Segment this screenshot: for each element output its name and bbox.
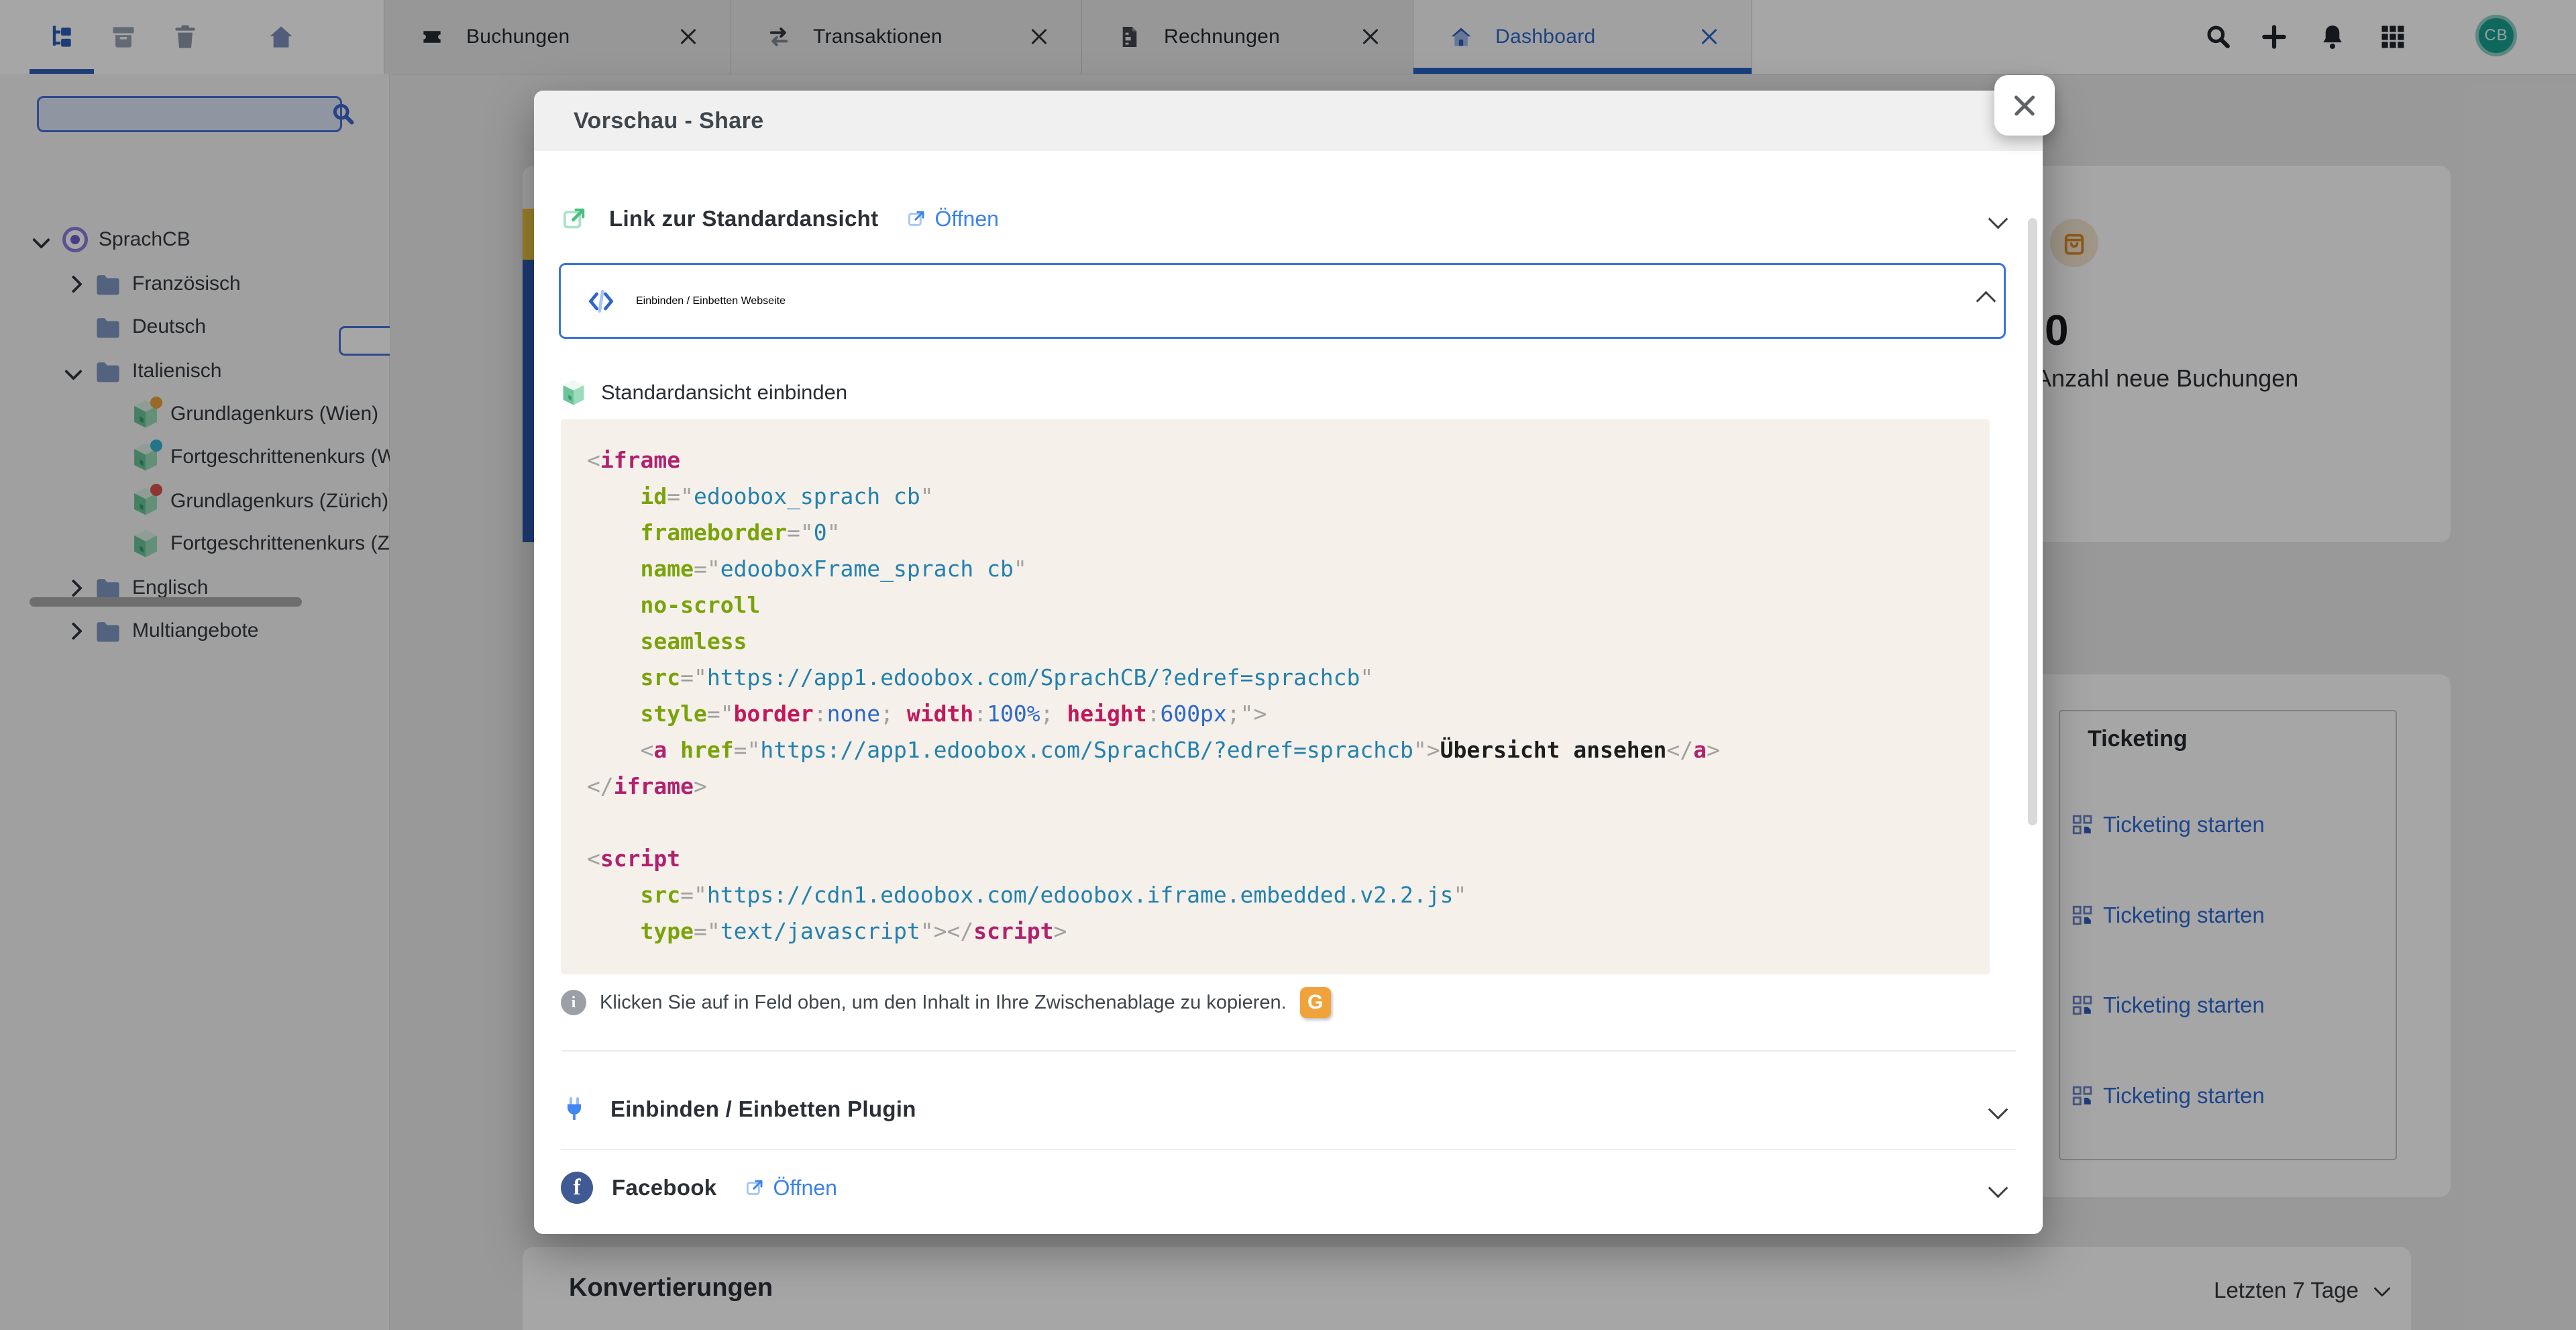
modal-body: Link zur Standardansicht Öffnen Einbinde… <box>534 151 2043 1234</box>
open-link-label: Öffnen <box>773 1176 837 1200</box>
chevron-up-icon[interactable] <box>1976 291 1996 311</box>
embed-code[interactable]: <iframe id="edoobox_sprach cb" framebord… <box>561 419 1990 974</box>
external-link-icon <box>561 205 588 232</box>
info-icon: i <box>561 990 586 1015</box>
code-embed-icon <box>586 287 616 316</box>
external-link-icon <box>745 1178 765 1198</box>
accordion-label: Link zur Standardansicht <box>609 206 878 232</box>
accordion-label: Einbinden / Einbetten Plugin <box>610 1096 916 1122</box>
screen: Buchungen Transaktionen Rechnungen <box>0 0 2576 1330</box>
divider <box>561 1050 2016 1052</box>
accordion-label: Facebook <box>612 1175 716 1200</box>
share-preview-modal: Vorschau - Share Link zur Standardansich… <box>534 91 2043 1234</box>
embed-heading: Standardansicht einbinden <box>561 369 847 416</box>
modal-title: Vorschau - Share <box>574 108 764 134</box>
plug-icon <box>561 1096 588 1123</box>
grammarly-badge[interactable]: G <box>1300 987 1331 1018</box>
modal-header: Vorschau - Share <box>534 91 2043 151</box>
chevron-down-icon[interactable] <box>1988 1099 2008 1119</box>
accordion-facebook[interactable]: f Facebook Öffnen <box>561 1154 2016 1221</box>
chevron-down-icon[interactable] <box>1988 209 2008 229</box>
copy-hint-text: Klicken Sie auf in Feld oben, um den Inh… <box>600 992 1287 1014</box>
open-link[interactable]: Öffnen <box>906 207 998 232</box>
modal-scrollbar[interactable] <box>2028 218 2037 825</box>
accordion-label: Einbinden / Einbetten Webseite <box>636 295 786 307</box>
external-link-icon <box>906 209 926 229</box>
accordion-link-standardansicht[interactable]: Link zur Standardansicht Öffnen <box>561 185 2016 252</box>
accordion-einbinden-plugin[interactable]: Einbinden / Einbetten Plugin <box>561 1076 2016 1143</box>
cube-icon <box>561 379 586 406</box>
embed-heading-label: Standardansicht einbinden <box>601 380 847 405</box>
chevron-down-icon[interactable] <box>1988 1178 2008 1198</box>
copy-hint-row: i Klicken Sie auf in Feld oben, um den I… <box>561 978 2016 1027</box>
facebook-icon: f <box>561 1172 593 1204</box>
open-link-label: Öffnen <box>934 207 998 232</box>
open-link[interactable]: Öffnen <box>745 1176 837 1200</box>
accordion-einbinden-webseite[interactable]: Einbinden / Einbetten Webseite <box>559 263 2006 339</box>
close-modal-button[interactable] <box>1994 75 2055 136</box>
divider <box>561 1149 2016 1150</box>
